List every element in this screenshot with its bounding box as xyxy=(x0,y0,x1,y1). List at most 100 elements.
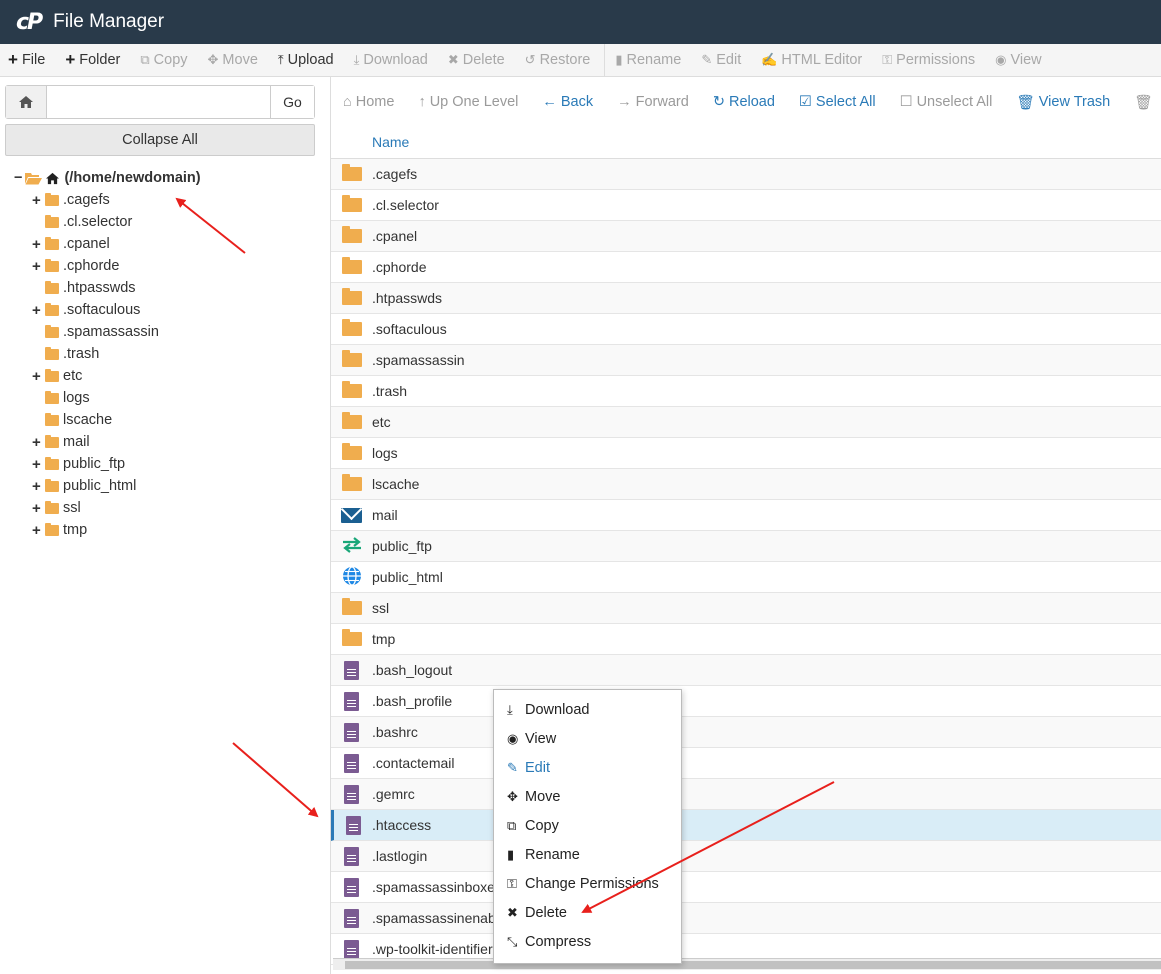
ctx-copy[interactable]: ⧉ Copy xyxy=(494,811,681,840)
tree-item[interactable]: + public_html xyxy=(32,475,136,497)
nav-back-button[interactable]: ← Back xyxy=(530,94,605,110)
table-row[interactable]: .trash xyxy=(331,376,1161,407)
ctx-move[interactable]: ✥ Move xyxy=(494,782,681,811)
download-button[interactable]: ⤓ Download xyxy=(346,44,440,76)
expand-plus-icon[interactable]: + xyxy=(32,522,45,539)
html-editor-button[interactable]: ✍ HTML Editor xyxy=(753,44,874,76)
tree-item[interactable]: + .cphorde xyxy=(32,255,119,277)
table-row[interactable]: .spamassassinboxe xyxy=(331,872,1161,903)
nav-view-trash-button[interactable]: 🗑 View Trash xyxy=(1004,94,1122,111)
table-row[interactable]: .lastlogin xyxy=(331,841,1161,872)
table-row[interactable]: etc xyxy=(331,407,1161,438)
file-icon xyxy=(344,939,359,959)
copy-button[interactable]: ⧉ Copy xyxy=(132,44,199,76)
ctx-change-permissions[interactable]: ⚿ Change Permissions xyxy=(494,869,681,898)
table-row[interactable]: .bashrc xyxy=(331,717,1161,748)
nav-home-button[interactable]: ⌂ Home xyxy=(331,94,406,110)
permissions-button[interactable]: ⚿ Permissions xyxy=(874,44,987,76)
tree-item[interactable]: + .softaculous xyxy=(32,299,140,321)
nav-select-all-button[interactable]: ☑ Select All xyxy=(787,94,888,110)
table-row[interactable]: .cpanel xyxy=(331,221,1161,252)
ctx-view[interactable]: ◉ View xyxy=(494,724,681,753)
tree-item-label: public_html xyxy=(63,478,137,494)
tree-item[interactable]: + ssl xyxy=(32,497,81,519)
expand-plus-icon[interactable]: + xyxy=(32,456,45,473)
table-row[interactable]: .softaculous xyxy=(331,314,1161,345)
table-row[interactable]: logs xyxy=(331,438,1161,469)
home-icon[interactable] xyxy=(6,86,47,118)
nav-up-button[interactable]: ↑ Up One Level xyxy=(406,94,530,110)
new-folder-button[interactable]: + Folder xyxy=(57,44,132,76)
table-row[interactable]: .spamassassin xyxy=(331,345,1161,376)
tree-item[interactable]: .htpasswds xyxy=(32,277,136,299)
nav-reload-button[interactable]: ↻ Reload xyxy=(701,94,787,110)
tree-item[interactable]: .cl.selector xyxy=(32,211,132,233)
scrollbar-thumb[interactable] xyxy=(345,961,1161,969)
expand-plus-icon[interactable]: + xyxy=(32,434,45,451)
expand-plus-icon[interactable]: + xyxy=(32,236,45,253)
ctx-edit[interactable]: ✎ Edit xyxy=(494,753,681,782)
tree-item[interactable]: + public_ftp xyxy=(32,453,125,475)
table-row[interactable]: .gemrc xyxy=(331,779,1161,810)
tree-item[interactable]: + .cagefs xyxy=(32,189,110,211)
collapse-minus-icon[interactable]: − xyxy=(14,170,22,186)
tree-item[interactable]: .trash xyxy=(32,343,99,365)
tree-item[interactable]: logs xyxy=(32,387,90,409)
edit-button[interactable]: ✎ Edit xyxy=(693,44,753,76)
right-panel: ⌂ Home ↑ Up One Level ← Back → Forward ↻ Reload ☑ S… xyxy=(330,77,1161,974)
restore-button[interactable]: ↺ Restore xyxy=(517,44,603,76)
horizontal-scrollbar[interactable] xyxy=(333,958,1161,970)
view-button[interactable]: ◉ View xyxy=(987,44,1054,76)
tree-root[interactable]: − (/home/newdomain) xyxy=(14,167,201,189)
tree-item[interactable]: + .cpanel xyxy=(32,233,110,255)
collapse-all-button[interactable]: Collapse All xyxy=(5,124,315,156)
nav-unselect-all-button[interactable]: ☐ Unselect All xyxy=(888,94,1005,110)
delete-button[interactable]: ✖ Delete xyxy=(440,44,517,76)
ctx-download[interactable]: ⤓ Download xyxy=(494,695,681,724)
table-row[interactable]: lscache xyxy=(331,469,1161,500)
table-row[interactable]: .bash_logout xyxy=(331,655,1161,686)
tree-item[interactable]: + tmp xyxy=(32,519,87,541)
rename-button[interactable]: ▮ Rename xyxy=(607,44,693,76)
tree-item[interactable]: + mail xyxy=(32,431,90,453)
ctx-delete[interactable]: ✖ Delete xyxy=(494,898,681,927)
table-row[interactable]: public_html xyxy=(331,562,1161,593)
table-row[interactable]: .cagefs xyxy=(331,159,1161,190)
ctx-rename[interactable]: ▮ Rename xyxy=(494,840,681,869)
context-menu-label: Rename xyxy=(525,846,580,863)
expand-plus-icon[interactable]: + xyxy=(32,302,45,319)
upload-button[interactable]: ⤒ Upload xyxy=(270,44,346,76)
tree-item[interactable]: .spamassassin xyxy=(32,321,159,343)
table-row[interactable]: .htaccess xyxy=(331,810,1161,841)
go-button[interactable]: Go xyxy=(270,86,314,118)
expand-plus-icon[interactable]: + xyxy=(32,192,45,209)
tree-item[interactable]: + etc xyxy=(32,365,82,387)
nav-forward-button[interactable]: → Forward xyxy=(605,94,701,110)
table-row[interactable]: mail xyxy=(331,500,1161,531)
table-row[interactable]: public_ftp xyxy=(331,531,1161,562)
nav-empty-trash-button[interactable]: 🗑 xyxy=(1122,94,1161,111)
name-column-header[interactable]: Name xyxy=(372,134,409,150)
table-row[interactable]: .cl.selector xyxy=(331,190,1161,221)
table-row[interactable]: .contactemail xyxy=(331,748,1161,779)
folder-icon xyxy=(45,236,59,250)
table-row[interactable]: tmp xyxy=(331,624,1161,655)
row-name: tmp xyxy=(372,631,396,647)
table-row[interactable]: ssl xyxy=(331,593,1161,624)
path-input[interactable] xyxy=(47,86,270,118)
tree-item[interactable]: lscache xyxy=(32,409,112,431)
table-row[interactable]: .htpasswds xyxy=(331,283,1161,314)
row-icon-cell xyxy=(331,226,372,243)
ctx-compress[interactable]: ⤡ Compress xyxy=(494,927,681,956)
table-row[interactable]: .cphorde xyxy=(331,252,1161,283)
expand-plus-icon[interactable]: + xyxy=(32,258,45,275)
file-icon xyxy=(344,877,359,897)
table-row[interactable]: .bash_profile xyxy=(331,686,1161,717)
move-button[interactable]: ✥ Move xyxy=(200,44,270,76)
expand-plus-icon[interactable]: + xyxy=(32,478,45,495)
row-name: .spamassassinboxe xyxy=(372,879,495,895)
expand-plus-icon[interactable]: + xyxy=(32,500,45,517)
table-row[interactable]: .spamassassinenab xyxy=(331,903,1161,934)
expand-plus-icon[interactable]: + xyxy=(32,368,45,385)
new-file-button[interactable]: + File xyxy=(0,44,57,76)
